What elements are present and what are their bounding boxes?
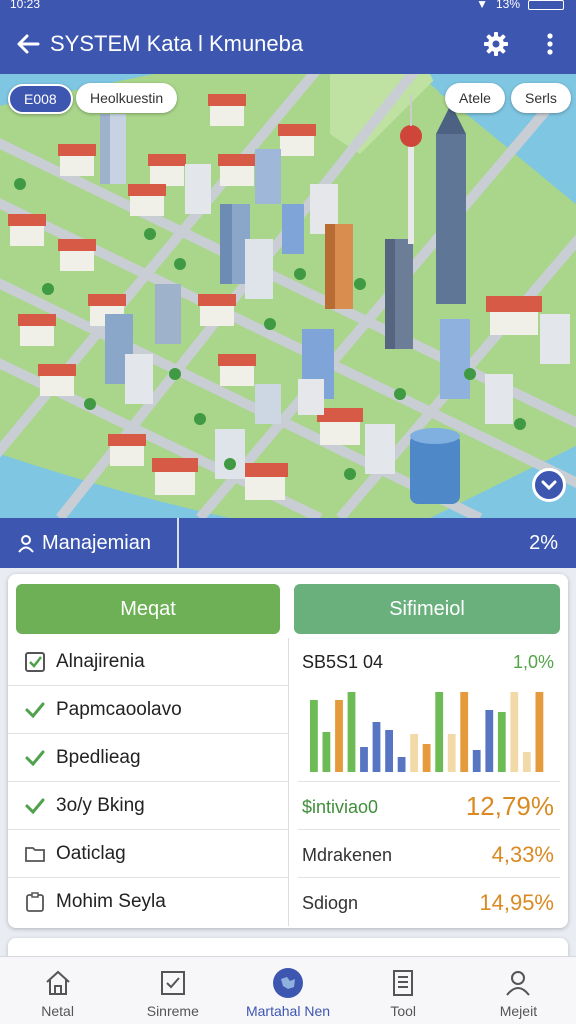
person-icon [18, 534, 34, 553]
chart-bar [497, 712, 506, 772]
nav-item-label: Mejeit [499, 1003, 538, 1019]
management-label: Manajemian [42, 532, 151, 554]
checkbox-icon [160, 971, 185, 995]
nav-item-label: Netal [41, 1003, 74, 1019]
list-item-label: Mohim Seyla [56, 891, 166, 912]
stat-label: $intiviao0 [302, 797, 379, 817]
management-bar[interactable]: Manajemian 2% [0, 518, 576, 568]
chart-bar [522, 752, 531, 772]
status-time: 10:23 [10, 0, 41, 11]
check-icon [25, 702, 45, 718]
bar-chart [298, 686, 560, 782]
chart-bar [397, 757, 406, 772]
nav-item-profile[interactable]: Mejeit [461, 957, 576, 1024]
nav-item-home[interactable]: Netal [0, 957, 115, 1024]
nav-item-label: Martahal Nen [245, 1003, 331, 1019]
chart-bar [447, 734, 456, 772]
nav-item-tasks[interactable]: Sinreme [115, 957, 230, 1024]
back-arrow-icon[interactable] [12, 28, 44, 60]
stats-header-label: SB5S1 04 [302, 652, 384, 672]
map-code-chip[interactable]: E008 [8, 84, 73, 114]
city-map-illustration [0, 74, 576, 518]
check-icon [25, 750, 45, 766]
chart-bar [535, 692, 544, 772]
list-item[interactable]: 3o/y Bking [8, 782, 288, 830]
chart-bar [310, 700, 318, 772]
chart-bar [460, 692, 469, 772]
nav-item-tool[interactable]: Tool [346, 957, 461, 1024]
chart-bar [410, 734, 418, 772]
battery-percent: 13% [495, 0, 520, 11]
stat-value: 14,95% [479, 890, 554, 915]
stat-value: 4,33% [491, 842, 554, 867]
chevron-down-icon [541, 480, 557, 491]
sifimeiol-button[interactable]: Sifimeiol [294, 584, 560, 634]
stats-header: SB5S1 04 1,0% [298, 638, 560, 686]
nav-item-label: Sinreme [146, 1003, 199, 1019]
signal-icon: ▼ [476, 0, 488, 11]
check-icon [25, 798, 45, 814]
chart-bar [372, 722, 381, 772]
more-vert-icon[interactable] [534, 28, 566, 60]
list-item[interactable]: Oaticlag [8, 830, 288, 878]
gear-icon[interactable] [480, 28, 512, 60]
map-expand-button[interactable] [532, 468, 566, 502]
list-item-label: Oaticlag [56, 842, 126, 864]
checkbox-checked-icon [25, 651, 45, 672]
stat-row[interactable]: $intiviao0 12,79% [298, 782, 560, 830]
chart-bar [472, 750, 481, 772]
chart-bar [347, 692, 356, 772]
chart-bar [385, 730, 393, 772]
clipboard-icon [26, 892, 44, 912]
chart-bar [510, 692, 519, 772]
app-bar: SYSTEM Kata l Kmuneba [0, 14, 576, 74]
management-percent: 2% [529, 532, 558, 554]
stat-row[interactable]: Mdrakenen 4,33% [298, 830, 560, 878]
chart-bar [335, 700, 343, 772]
list-item-label: Alnajirenia [56, 650, 145, 672]
stat-label: Sdiogn [302, 893, 359, 913]
stats-header-value: 1,0% [512, 652, 554, 672]
list-item[interactable]: Mohim Seyla [8, 878, 288, 926]
task-list: Alnajirenia Papmcaoolavo Bpedlieag 3o/y … [8, 638, 288, 926]
globe-icon [273, 968, 303, 998]
profile-icon [506, 971, 531, 996]
city-map[interactable]: E008 Heolkuestin Atele Serls [0, 74, 576, 518]
list-item-label: Bpedlieag [56, 746, 141, 768]
stat-value: 12,79% [465, 791, 554, 821]
stat-row[interactable]: Sdiogn 14,95% [298, 878, 560, 926]
list-item-label: 3o/y Bking [56, 794, 145, 816]
column-divider [288, 638, 289, 926]
chart-bar [322, 732, 331, 772]
battery-icon [528, 0, 564, 10]
meqat-button[interactable]: Meqat [16, 584, 280, 634]
home-icon [45, 970, 70, 995]
nav-item-map[interactable]: Martahal Nen [230, 957, 345, 1024]
map-filter-chip-1[interactable]: Atele [445, 83, 505, 113]
management-panel: Meqat Sifimeiol Alnajirenia Papmcaoolavo… [8, 574, 568, 928]
chart-bar [422, 744, 431, 772]
chart-bar [485, 710, 494, 772]
map-location-chip[interactable]: Heolkuestin [76, 83, 178, 113]
list-item-label: Papmcaoolavo [56, 698, 182, 720]
stats-column: SB5S1 04 1,0% $intiviao0 12,79% Mdrakene… [298, 638, 560, 926]
divider [177, 518, 179, 568]
list-item[interactable]: Alnajirenia [8, 638, 288, 686]
map-filter-chip-2[interactable]: Serls [511, 83, 571, 113]
status-bar: 10:23 ▼ 13% [0, 0, 576, 14]
list-item[interactable]: Papmcaoolavo [8, 686, 288, 734]
bottom-nav: Netal Sinreme Martahal Nen Tool Mejeit [0, 956, 576, 1024]
stat-label: Mdrakenen [302, 845, 393, 865]
nav-item-label: Tool [390, 1003, 417, 1019]
chart-bar [435, 692, 444, 772]
bar-chart-svg [310, 692, 544, 772]
page-title: SYSTEM Kata l Kmuneba [50, 31, 304, 56]
folder-icon [25, 846, 45, 862]
chart-bar [360, 747, 368, 772]
document-icon [393, 970, 414, 996]
list-item[interactable]: Bpedlieag [8, 734, 288, 782]
